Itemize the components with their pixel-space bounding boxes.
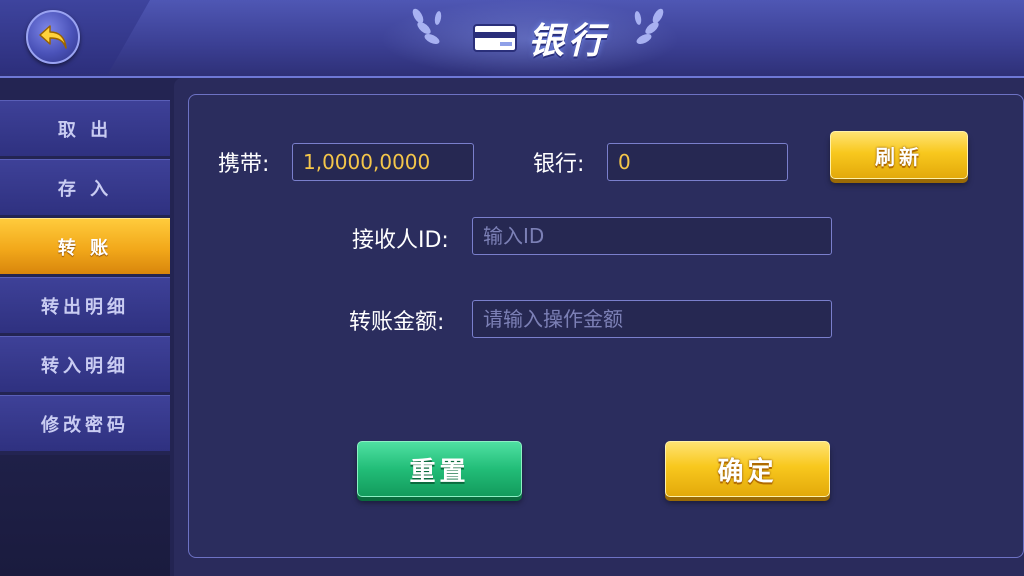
sidebar-item-withdraw[interactable]: 取 出 — [0, 100, 170, 156]
recipient-id-input[interactable] — [483, 218, 831, 254]
page-title: 银行 — [410, 8, 670, 68]
carry-label: 携带: — [218, 152, 270, 177]
confirm-button[interactable]: 确定 — [665, 441, 830, 497]
bank-value: 0 — [618, 150, 631, 174]
sidebar-item-deposit[interactable]: 存 入 — [0, 159, 170, 215]
bank-card-icon — [472, 24, 517, 52]
carry-value-field: 1,0000,0000 — [292, 143, 474, 181]
transfer-amount-field[interactable] — [472, 300, 832, 338]
sidebar-item-transfer-out-details[interactable]: 转出明细 — [0, 277, 170, 333]
sidebar-item-transfer-in-details[interactable]: 转入明细 — [0, 336, 170, 392]
reset-button[interactable]: 重置 — [357, 441, 522, 497]
sidebar-item-change-password[interactable]: 修改密码 — [0, 395, 170, 451]
page-title-text: 银行 — [527, 21, 608, 62]
recipient-id-label: 接收人ID: — [352, 228, 449, 253]
bank-label: 银行: — [533, 152, 585, 177]
sidebar-footer — [0, 455, 170, 576]
refresh-button[interactable]: 刷新 — [830, 131, 968, 179]
sidebar: 取 出 存 入 转 账 转出明细 转入明细 修改密码 — [0, 100, 170, 454]
back-arrow-icon — [39, 25, 67, 49]
carry-value: 1,0000,0000 — [303, 150, 431, 174]
transfer-amount-input[interactable] — [483, 301, 831, 337]
sidebar-item-transfer[interactable]: 转 账 — [0, 218, 170, 274]
recipient-id-field[interactable] — [472, 217, 832, 255]
back-button[interactable] — [26, 10, 80, 64]
bank-value-field: 0 — [607, 143, 788, 181]
transfer-amount-label: 转账金额: — [349, 310, 445, 335]
